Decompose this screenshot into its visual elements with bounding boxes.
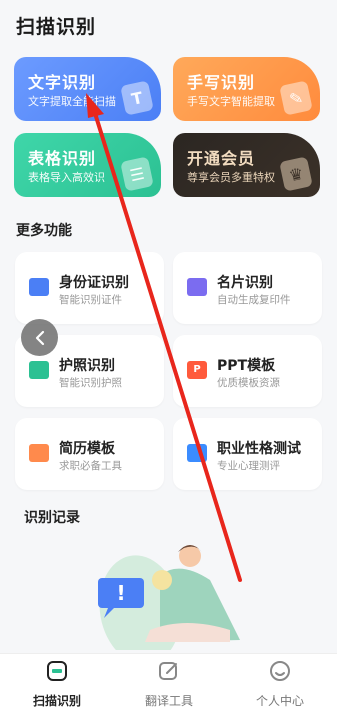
tool-subtitle: 智能识别护照 bbox=[59, 377, 122, 389]
tool-resume-template[interactable]: 简历模板 求职必备工具 bbox=[15, 418, 164, 490]
business-card-icon bbox=[187, 278, 207, 296]
tool-title: 身份证识别 bbox=[59, 275, 129, 291]
id-card-icon bbox=[29, 278, 49, 296]
tab-scan[interactable]: 扫描识别 bbox=[12, 660, 102, 709]
card-text-recognition[interactable]: 文字识别 文字提取全能扫描 T bbox=[14, 57, 161, 121]
passport-icon bbox=[29, 361, 49, 379]
section-title-records: 识别记录 bbox=[24, 510, 80, 526]
scan-icon bbox=[47, 661, 67, 681]
card-title: 表格识别 bbox=[28, 149, 97, 168]
svg-text:!: ! bbox=[116, 581, 125, 605]
chevron-left-icon bbox=[35, 330, 44, 345]
app-screen: 扫描识别 文字识别 文字提取全能扫描 T 手写识别 手写文字智能提取 ✎ 表格识… bbox=[0, 0, 337, 713]
card-subtitle: 尊享会员多重特权 bbox=[187, 171, 275, 184]
tool-title: 名片识别 bbox=[217, 275, 273, 291]
tool-title: 简历模板 bbox=[59, 441, 115, 457]
tab-label: 扫描识别 bbox=[32, 694, 81, 708]
smile-icon bbox=[270, 661, 290, 681]
personality-test-icon bbox=[187, 444, 207, 462]
empty-records-illustration: ! bbox=[98, 545, 240, 650]
tool-subtitle: 优质模板资源 bbox=[217, 377, 280, 389]
tab-translate[interactable]: 翻译工具 bbox=[124, 660, 214, 709]
tool-subtitle: 求职必备工具 bbox=[59, 460, 122, 472]
section-title-more: 更多功能 bbox=[16, 223, 72, 239]
tool-id-card[interactable]: 身份证识别 智能识别证件 bbox=[15, 252, 164, 324]
bottom-tab-bar: 扫描识别 翻译工具 个人中心 bbox=[0, 653, 337, 713]
tool-subtitle: 专业心理测评 bbox=[217, 460, 280, 472]
card-subtitle: 表格导入高效识 bbox=[28, 171, 105, 184]
card-membership[interactable]: 开通会员 尊享会员多重特权 ♛ bbox=[173, 133, 320, 197]
edit-icon bbox=[159, 662, 177, 680]
tab-label: 翻译工具 bbox=[144, 694, 193, 708]
tool-subtitle: 智能识别证件 bbox=[59, 294, 122, 306]
table-doc-icon: ☰ bbox=[120, 156, 154, 192]
tool-personality-test[interactable]: 职业性格测试 专业心理测评 bbox=[173, 418, 322, 490]
card-table-recognition[interactable]: 表格识别 表格导入高效识 ☰ bbox=[14, 133, 161, 197]
card-subtitle: 文字提取全能扫描 bbox=[28, 95, 116, 108]
ppt-icon: P bbox=[187, 361, 207, 379]
tool-title: 职业性格测试 bbox=[217, 441, 301, 457]
tool-ppt-template[interactable]: P PPT模板 优质模板资源 bbox=[173, 335, 322, 407]
floating-back-button[interactable] bbox=[21, 319, 58, 356]
resume-icon bbox=[29, 444, 49, 462]
card-title: 开通会员 bbox=[187, 149, 256, 168]
text-doc-icon: T bbox=[120, 80, 154, 116]
card-title: 手写识别 bbox=[187, 73, 256, 92]
tool-title: PPT模板 bbox=[217, 358, 276, 374]
tab-label: 个人中心 bbox=[255, 694, 304, 708]
pen-doc-icon: ✎ bbox=[279, 80, 313, 116]
tab-profile[interactable]: 个人中心 bbox=[235, 660, 325, 709]
card-subtitle: 手写文字智能提取 bbox=[187, 95, 275, 108]
card-title: 文字识别 bbox=[28, 73, 97, 92]
crown-icon: ♛ bbox=[279, 156, 313, 192]
tool-business-card[interactable]: 名片识别 自动生成复印件 bbox=[173, 252, 322, 324]
card-handwriting-recognition[interactable]: 手写识别 手写文字智能提取 ✎ bbox=[173, 57, 320, 121]
tool-title: 护照识别 bbox=[59, 358, 115, 374]
page-title: 扫描识别 bbox=[16, 16, 97, 38]
tool-subtitle: 自动生成复印件 bbox=[217, 294, 291, 306]
